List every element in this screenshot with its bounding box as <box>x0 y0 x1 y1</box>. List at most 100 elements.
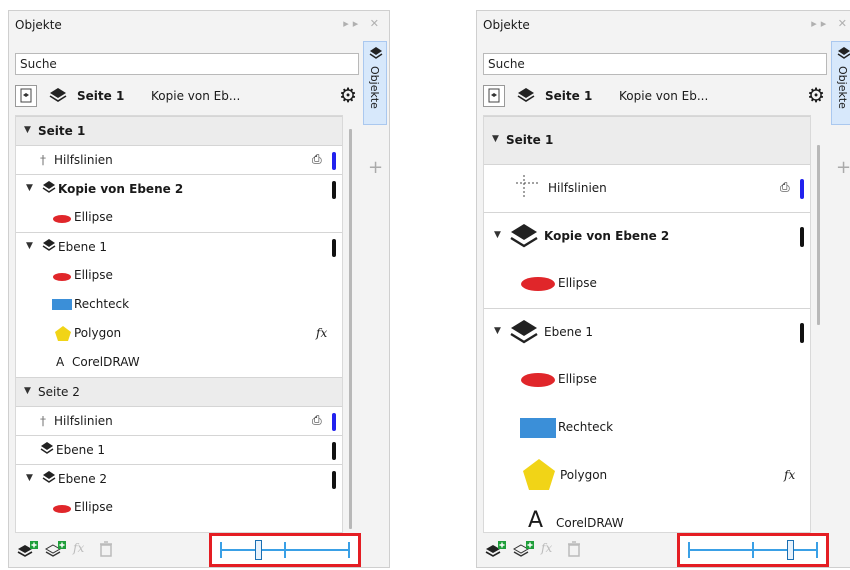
new-layer-icon[interactable] <box>17 541 39 562</box>
tree-row[interactable]: Polygon fx <box>16 319 342 348</box>
layer-color-bar <box>332 471 336 489</box>
page-label: Seite 2 <box>38 385 80 399</box>
expand-icon[interactable]: ▼ <box>24 386 31 396</box>
row-label: Hilfslinien <box>54 153 113 167</box>
row-label: Ebene 1 <box>58 240 108 254</box>
expand-icon[interactable]: ▼ <box>26 473 33 483</box>
row-label: CorelDRAW <box>72 355 140 369</box>
tree-row[interactable]: ▼ Ebene 1 <box>484 308 810 356</box>
search-input[interactable]: Suche <box>15 53 359 75</box>
scrollbar[interactable] <box>343 115 359 533</box>
tree-row[interactable]: Ellipse <box>16 203 342 232</box>
scroll-thumb[interactable] <box>349 129 352 529</box>
ellipse-icon <box>52 213 72 227</box>
tree-row[interactable]: Rechteck <box>484 404 810 452</box>
row-label: Polygon <box>74 326 122 340</box>
tree-row[interactable]: Ellipse <box>16 261 342 290</box>
tree-row[interactable]: A CorelDRAW <box>16 348 342 377</box>
print-icon[interactable]: ⎙ <box>312 413 322 428</box>
page-bar: Seite 1 Kopie von Eb... ⚙ <box>483 83 827 109</box>
ellipse-icon <box>520 372 556 391</box>
panel-title: Objekte <box>15 18 62 32</box>
fx-icon[interactable]: fx <box>316 326 327 340</box>
add-docker-icon[interactable]: + <box>836 157 850 178</box>
scroll-thumb[interactable] <box>817 145 820 325</box>
tree-row[interactable]: A CorelDRAW <box>484 500 810 532</box>
effect-icon[interactable]: fx <box>541 541 552 555</box>
objects-side-tab[interactable]: Objekte <box>363 41 387 125</box>
slider-thumb[interactable] <box>787 540 795 560</box>
ellipse-icon <box>520 276 556 295</box>
page-bar: Seite 1 Kopie von Eb... ⚙ <box>15 83 359 109</box>
layer-icon <box>42 238 56 255</box>
tree-row[interactable]: Polygon fx <box>484 452 810 500</box>
effect-icon[interactable]: fx <box>73 541 84 555</box>
expand-icon[interactable]: ▼ <box>494 230 501 240</box>
tree-row[interactable]: Hilfslinien ⎙ <box>484 164 810 212</box>
tree-row[interactable]: ▼ Kopie von Ebene 2 <box>16 174 342 203</box>
row-label: Rechteck <box>74 297 130 311</box>
layer-icon <box>510 223 538 252</box>
current-page: Seite 1 <box>545 89 593 103</box>
page-nav-icon[interactable] <box>483 85 505 107</box>
add-docker-icon[interactable]: + <box>368 157 383 178</box>
tree-row[interactable]: Ebene 1 <box>16 435 342 464</box>
new-master-layer-icon[interactable] <box>44 541 67 562</box>
layer-color-bar <box>332 442 336 460</box>
panel-titlebar: Objekte ▸▸ ✕ <box>9 11 389 39</box>
panel-controls[interactable]: ▸▸ ✕ <box>343 17 383 30</box>
print-icon[interactable]: ⎙ <box>312 152 322 167</box>
scrollbar[interactable] <box>811 115 827 533</box>
tree-page-header[interactable]: ▼ Seite 1 <box>16 116 342 145</box>
row-label: Kopie von Ebene 2 <box>58 182 184 196</box>
expand-icon[interactable]: ▼ <box>492 134 499 144</box>
row-label: Hilfslinien <box>548 181 607 195</box>
expand-icon[interactable]: ▼ <box>494 326 501 336</box>
row-label: Ellipse <box>74 268 113 282</box>
ellipse-icon <box>52 503 72 517</box>
tree-row[interactable]: Ellipse <box>484 356 810 404</box>
layer-color-bar <box>800 227 804 247</box>
expand-icon[interactable]: ▼ <box>26 183 33 193</box>
panel-titlebar: Objekte ▸▸ ✕ <box>477 11 850 39</box>
fx-icon[interactable]: fx <box>784 468 795 482</box>
objects-side-tab[interactable]: Objekte <box>831 41 850 125</box>
expand-icon[interactable]: ▼ <box>24 125 31 135</box>
new-layer-icon[interactable] <box>485 541 507 562</box>
page-nav-icon[interactable] <box>15 85 37 107</box>
object-tree: ▼ Seite 1 † Hilfslinien ⎙ ▼ Kopie von Eb… <box>15 115 343 533</box>
tree-row[interactable]: † Hilfslinien ⎙ <box>16 406 342 435</box>
page-label: Seite 1 <box>38 124 86 138</box>
page-label: Seite 1 <box>506 133 554 147</box>
tree-row[interactable]: Rechteck <box>16 290 342 319</box>
ellipse-icon <box>52 271 72 285</box>
current-layer: Kopie von Eb... <box>619 89 709 103</box>
new-master-layer-icon[interactable] <box>512 541 535 562</box>
tree-page-header[interactable]: ▼ Seite 1 <box>484 116 810 164</box>
tree-page-header[interactable]: ▼ Seite 2 <box>16 377 342 406</box>
row-label: Ebene 1 <box>544 325 594 339</box>
tree-row[interactable]: ▼ Ebene 2 <box>16 464 342 493</box>
panel-controls[interactable]: ▸▸ ✕ <box>811 17 850 30</box>
zoom-slider[interactable] <box>209 533 361 567</box>
polygon-icon <box>54 325 72 345</box>
row-label: Ellipse <box>558 372 597 386</box>
row-label: Ellipse <box>74 500 113 514</box>
tree-row[interactable]: Ellipse <box>484 260 810 308</box>
delete-icon[interactable] <box>99 541 113 560</box>
tree-row[interactable]: Ellipse <box>16 493 342 522</box>
tree-row[interactable]: † Hilfslinien ⎙ <box>16 145 342 174</box>
tree-row[interactable]: ▼ Kopie von Ebene 2 <box>484 212 810 260</box>
layer-icon <box>40 441 54 458</box>
gear-icon[interactable]: ⚙ <box>339 85 357 105</box>
expand-icon[interactable]: ▼ <box>26 241 33 251</box>
search-input[interactable]: Suche <box>483 53 827 75</box>
slider-thumb[interactable] <box>255 540 263 560</box>
guides-icon <box>514 173 542 204</box>
delete-icon[interactable] <box>567 541 581 560</box>
zoom-slider[interactable] <box>677 533 829 567</box>
gear-icon[interactable]: ⚙ <box>807 85 825 105</box>
row-label: Kopie von Ebene 2 <box>544 229 670 243</box>
print-icon[interactable]: ⎙ <box>780 180 790 195</box>
tree-row[interactable]: ▼ Ebene 1 <box>16 232 342 261</box>
